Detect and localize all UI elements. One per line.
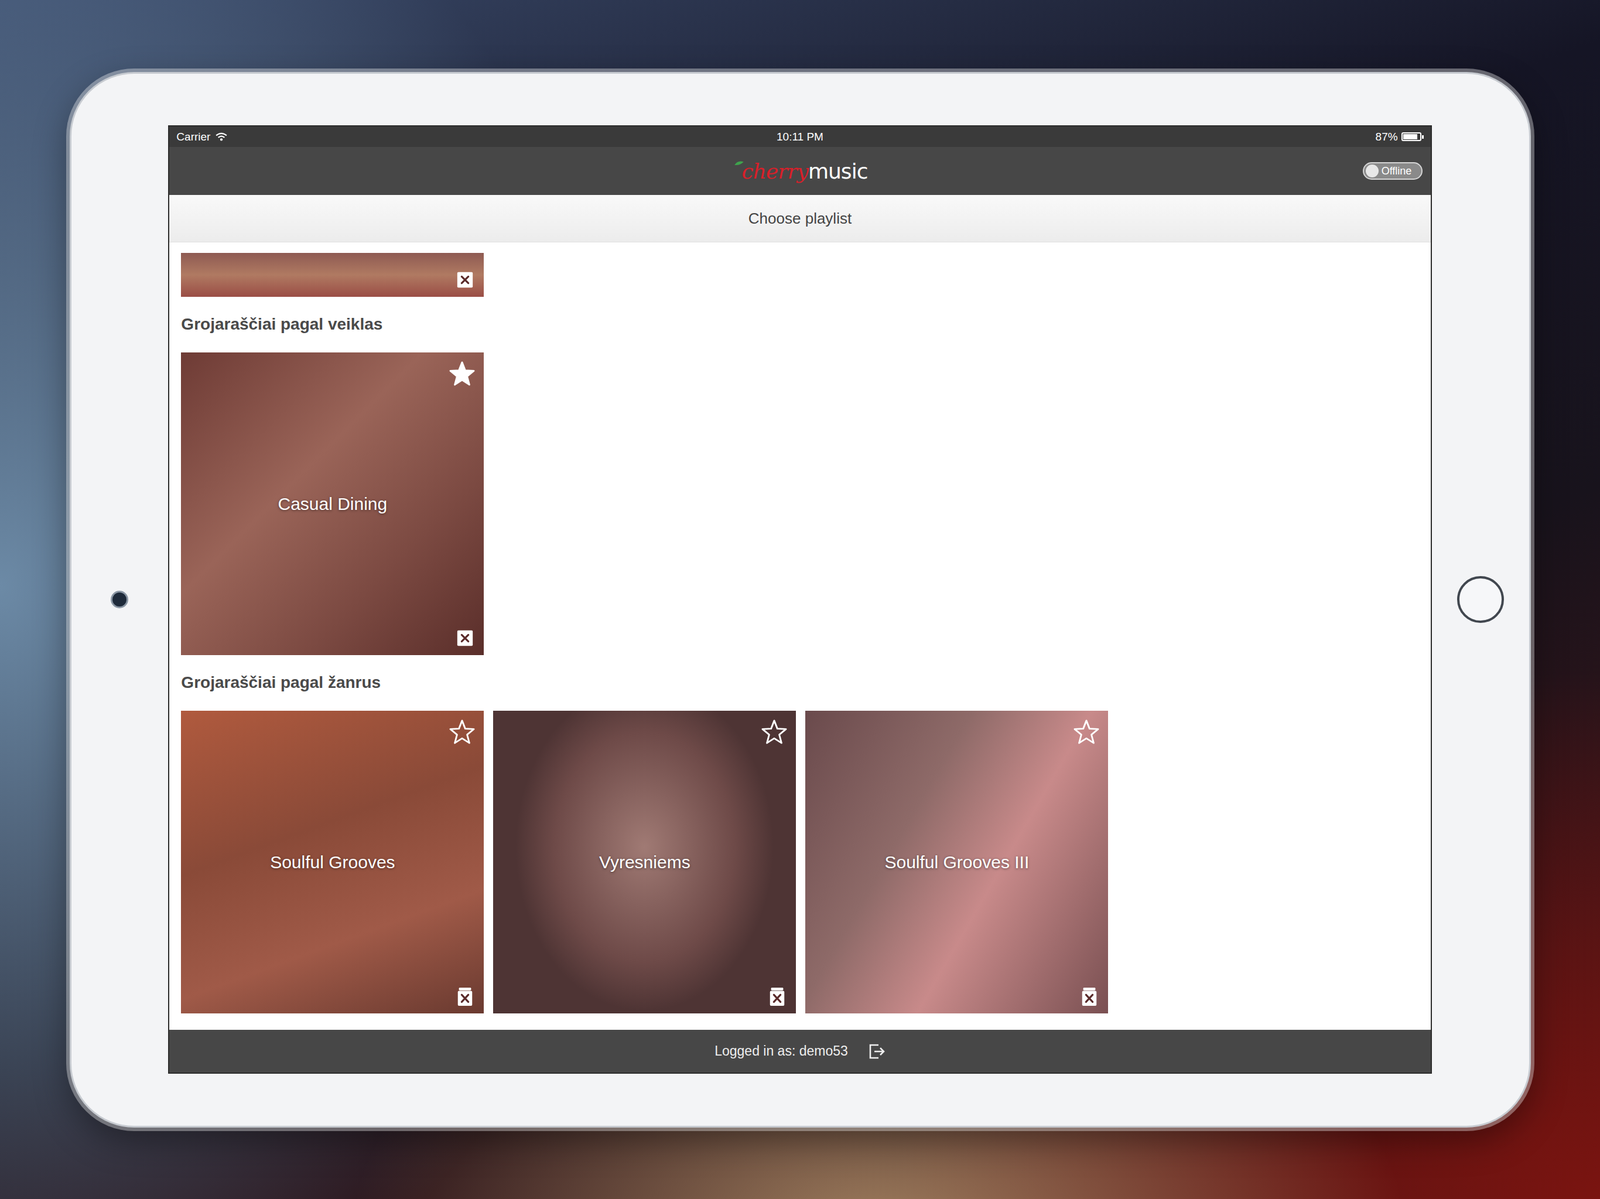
playlist-name: Soulful Grooves III (884, 852, 1029, 873)
app-screen: Carrier 10:11 PM 87% cherrymusic Offline… (168, 125, 1432, 1075)
remove-icon[interactable] (455, 628, 475, 649)
trash-icon[interactable] (767, 986, 787, 1007)
playlist-name: Casual Dining (277, 494, 388, 515)
trash-icon[interactable] (455, 986, 475, 1007)
playlist-card[interactable] (180, 253, 484, 297)
playlist-list: Grojaraščiai pagal veiklas Casual Dining… (169, 242, 1431, 1031)
tablet-left-bezel (71, 73, 169, 1127)
page-header: Choose playlist (169, 195, 1431, 243)
battery-label: 87% (1375, 130, 1398, 144)
playlist-card[interactable]: Soulful Grooves III (805, 710, 1109, 1014)
playlist-row: Casual Dining (180, 352, 484, 656)
tablet-frame: Carrier 10:11 PM 87% cherrymusic Offline… (69, 72, 1531, 1128)
logged-in-label: Logged in as: demo53 (714, 1043, 849, 1060)
playlist-card[interactable]: Soulful Grooves (180, 710, 484, 1014)
playlist-card[interactable]: Casual Dining (180, 352, 484, 656)
carrier-label: Carrier (176, 130, 211, 144)
wifi-icon (214, 132, 228, 142)
section-title: Grojaraščiai pagal veiklas (180, 313, 383, 335)
logout-icon[interactable] (867, 1043, 886, 1061)
status-bar: Carrier 10:11 PM 87% (169, 126, 1431, 147)
remove-icon[interactable] (455, 269, 475, 290)
home-button[interactable] (1457, 576, 1504, 624)
cherry-music-logo: cherrymusic (732, 159, 868, 184)
favorite-star-icon[interactable] (448, 719, 476, 745)
playlist-name: Vyresniems (599, 852, 691, 873)
playlist-row: Soulful Grooves Vyresniems Soulful Groov… (180, 710, 1109, 1014)
page-background: Carrier 10:11 PM 87% cherrymusic Offline… (0, 0, 1600, 1199)
playlist-name: Soulful Grooves (269, 852, 395, 873)
nav-bar: cherrymusic Offline (169, 146, 1431, 196)
favorite-star-icon[interactable] (760, 719, 788, 745)
page-title: Choose playlist (748, 209, 852, 228)
trash-icon[interactable] (1079, 986, 1099, 1007)
playlist-card[interactable]: Vyresniems (493, 710, 796, 1014)
offline-toggle[interactable]: Offline (1362, 162, 1423, 180)
camera-icon (110, 590, 129, 609)
favorite-star-icon[interactable] (448, 360, 476, 387)
clock-label: 10:11 PM (776, 130, 824, 144)
section-title: Grojaraščiai pagal žanrus (180, 672, 381, 694)
battery-icon (1401, 132, 1422, 142)
footer-bar: Logged in as: demo53 (169, 1030, 1431, 1073)
tablet-right-bezel (1431, 73, 1530, 1127)
favorite-star-icon[interactable] (1072, 719, 1100, 745)
